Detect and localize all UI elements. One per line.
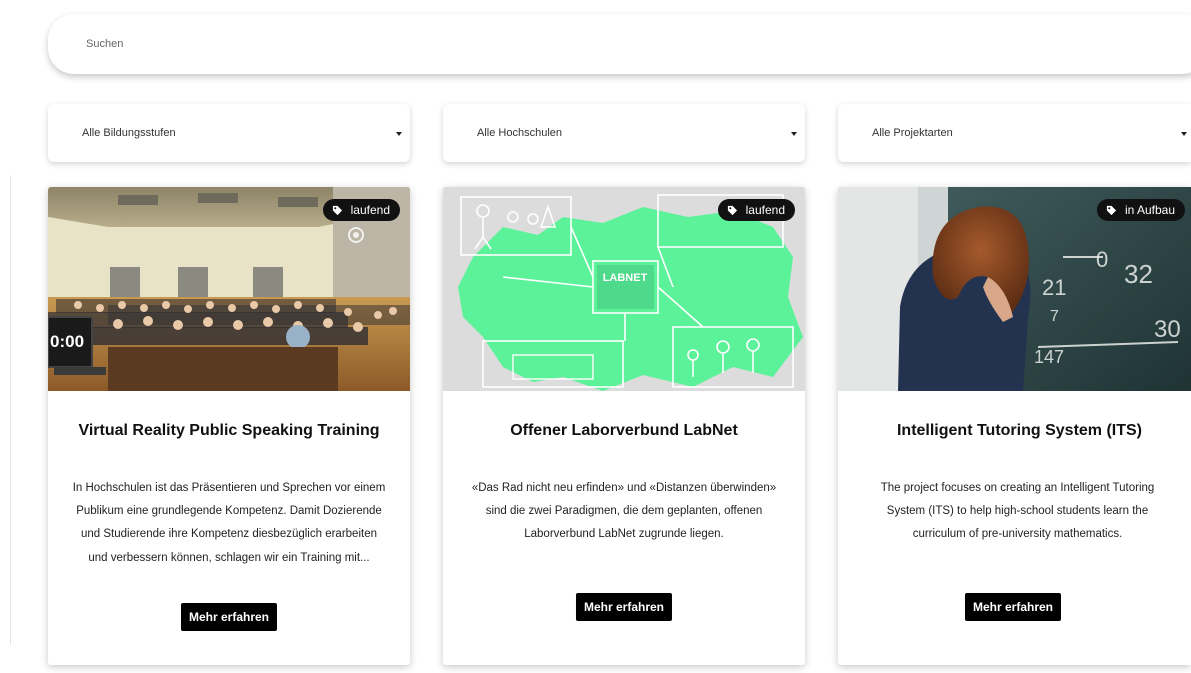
filter-project-type[interactable]: Alle Projektarten bbox=[838, 104, 1191, 162]
project-title: Offener Laborverbund LabNet bbox=[510, 422, 738, 439]
project-description: The project focuses on creating an Intel… bbox=[880, 482, 1155, 541]
status-badge: in Aufbau bbox=[1096, 199, 1185, 221]
project-card-labnet[interactable]: LABNET laufend Offener Laborverbund LabN… bbox=[443, 187, 805, 665]
chalk-number: 30 bbox=[1154, 316, 1181, 343]
project-title: Intelligent Tutoring System (ITS) bbox=[896, 422, 1143, 439]
chalk-number: 32 bbox=[1124, 259, 1153, 289]
filter-project-type-label: Alle Projektarten bbox=[872, 127, 953, 139]
project-title: Virtual Reality Public Speaking Training bbox=[78, 422, 380, 439]
chalk-number: 7 bbox=[1050, 308, 1059, 325]
chalk-number: 0 bbox=[1096, 247, 1108, 272]
tag-icon bbox=[727, 205, 737, 215]
status-badge-label: in Aufbau bbox=[1124, 203, 1175, 217]
learn-more-button[interactable]: Mehr erfahren bbox=[180, 603, 278, 631]
chalk-number: 147 bbox=[1034, 347, 1064, 367]
learn-more-button[interactable]: Mehr erfahren bbox=[575, 593, 673, 621]
chalk-number: 21 bbox=[1042, 275, 1066, 300]
learn-more-button[interactable]: Mehr erfahren bbox=[964, 593, 1062, 621]
filter-education-level-label: Alle Bildungsstufen bbox=[82, 127, 176, 139]
chevron-down-icon bbox=[396, 132, 402, 136]
filter-education-level[interactable]: Alle Bildungsstufen bbox=[48, 104, 410, 162]
search-bar[interactable] bbox=[48, 14, 1191, 74]
left-divider bbox=[10, 175, 11, 645]
timer-display: 0:00 bbox=[50, 332, 84, 351]
filter-university-label: Alle Hochschulen bbox=[477, 127, 562, 139]
labnet-logo-text: LABNET bbox=[603, 272, 648, 284]
chevron-down-icon bbox=[791, 132, 797, 136]
filter-university[interactable]: Alle Hochschulen bbox=[443, 104, 805, 162]
status-badge: laufend bbox=[717, 199, 795, 221]
search-input[interactable] bbox=[84, 37, 688, 51]
chevron-down-icon bbox=[1181, 132, 1187, 136]
project-card-its[interactable]: 0 32 21 7 30 147 in Aufbau Intelligent T… bbox=[838, 187, 1191, 665]
status-badge-label: laufend bbox=[350, 203, 390, 217]
status-badge: laufend bbox=[322, 199, 400, 221]
status-badge-label: laufend bbox=[745, 203, 785, 217]
project-description: In Hochschulen ist das Präsentieren und … bbox=[72, 482, 386, 564]
tag-icon bbox=[1106, 205, 1117, 215]
project-card-vr-speaking[interactable]: 0:00 laufend Virtual Reality Public Spea… bbox=[48, 187, 410, 665]
tag-icon bbox=[332, 205, 342, 215]
project-description: «Das Rad nicht neu erfinden» und «Distan… bbox=[471, 482, 777, 541]
